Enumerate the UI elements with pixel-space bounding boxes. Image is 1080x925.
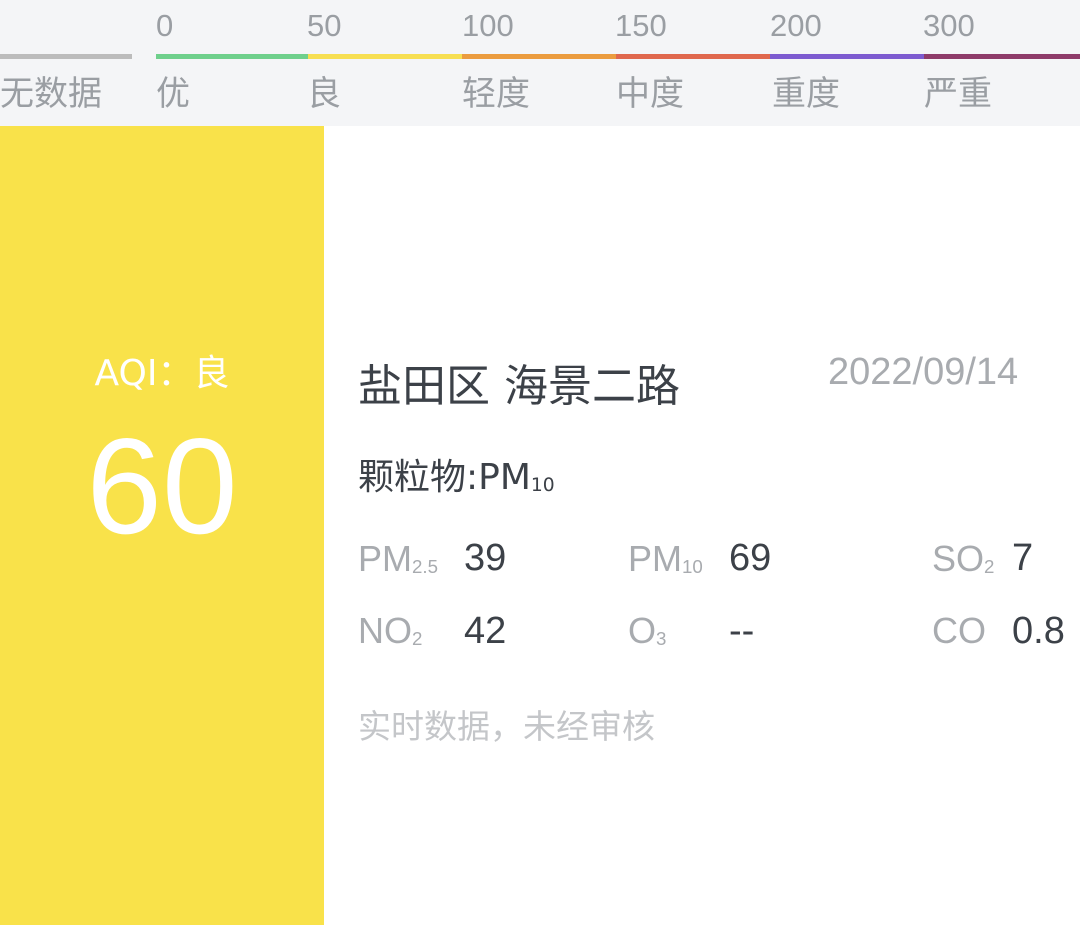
legend-level-no-data: 无数据: [0, 74, 102, 114]
primary-pollutant-prefix: 颗粒物:PM: [358, 457, 531, 498]
primary-pollutant-sub: 10: [530, 474, 555, 496]
metric-label-no2-sub: 2: [412, 627, 423, 649]
metric-label-pm10-text: PM: [628, 538, 682, 579]
legend-bar-no-data: [0, 54, 132, 59]
legend-level-moderate: 良: [307, 74, 341, 114]
legend-tick-300: 300: [923, 8, 975, 43]
metric-label-co: CO: [932, 610, 986, 652]
metric-label-no2-text: NO: [358, 610, 412, 651]
metric-label-pm25-sub: 2.5: [412, 555, 438, 577]
station-name: 盐田区 海景二路: [358, 361, 680, 412]
realtime-note: 实时数据，未经审核: [358, 707, 655, 746]
aqi-panel: AQI：良 60: [0, 126, 324, 925]
metric-value-co: 0.8: [1012, 610, 1065, 652]
primary-pollutant: 颗粒物:PM10: [358, 448, 555, 500]
metric-label-o3: O3: [628, 610, 666, 652]
legend-bar-heavy: [770, 54, 924, 59]
aqi-legend: 0 50 100 150 200 300 无数据 优 良 轻度 中度 重度 严重: [0, 0, 1080, 126]
legend-level-good: 优: [156, 74, 190, 114]
metric-value-o3: --: [729, 610, 755, 652]
metric-label-pm25: PM2.5: [358, 538, 438, 580]
aqi-level-label: AQI：良: [94, 353, 230, 394]
metric-label-pm10: PM10: [628, 538, 703, 580]
metric-label-pm25-text: PM: [358, 538, 412, 579]
metric-value-pm10: 69: [729, 537, 772, 579]
legend-bar-moderate: [308, 54, 462, 59]
legend-tick-150: 150: [615, 8, 667, 43]
legend-level-medium: 中度: [616, 74, 684, 114]
metric-label-no2: NO2: [358, 610, 422, 652]
metric-label-pm10-sub: 10: [682, 555, 703, 577]
metric-label-so2-text: SO: [932, 538, 985, 579]
metric-label-so2: SO2: [932, 538, 994, 580]
legend-tick-200: 200: [770, 8, 822, 43]
legend-bar-good: [156, 54, 308, 59]
legend-level-severe: 严重: [924, 74, 992, 114]
legend-bar-medium: [616, 54, 770, 59]
legend-tick-100: 100: [462, 8, 514, 43]
metric-label-o3-text: O: [628, 610, 657, 651]
metric-value-so2: 7: [1012, 537, 1034, 579]
metric-label-co-text: CO: [932, 610, 986, 651]
legend-tick-50: 50: [307, 8, 342, 43]
metric-label-so2-sub: 2: [984, 555, 995, 577]
station-date: 2022/09/14: [828, 351, 1019, 393]
legend-level-heavy: 重度: [772, 74, 840, 114]
metric-value-no2: 42: [464, 610, 507, 652]
legend-bar-light: [462, 54, 616, 59]
metric-label-o3-sub: 3: [656, 627, 667, 649]
legend-level-light: 轻度: [462, 74, 530, 114]
aqi-value: 60: [86, 410, 238, 562]
metric-value-pm25: 39: [464, 537, 507, 579]
legend-bar-severe: [924, 54, 1080, 59]
legend-tick-0: 0: [156, 8, 174, 43]
